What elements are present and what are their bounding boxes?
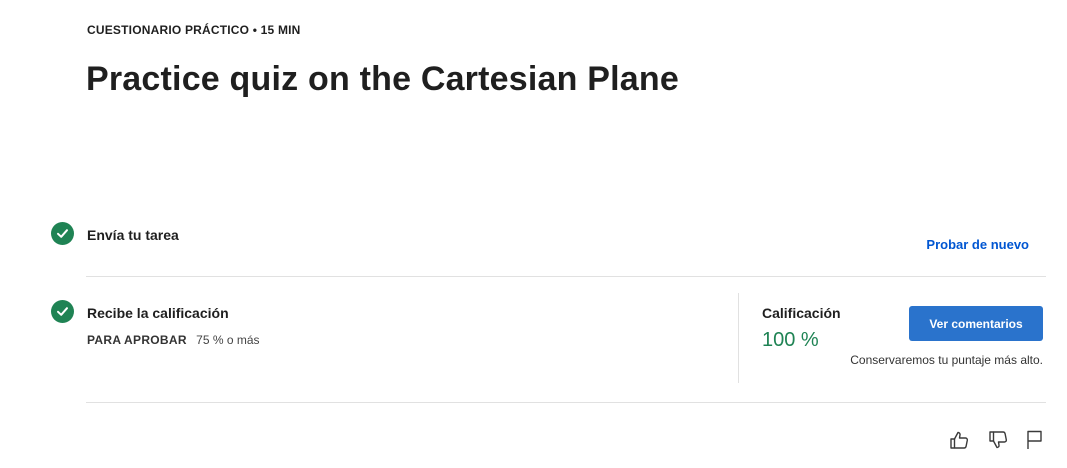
check-circle-icon [51, 300, 74, 323]
step-grade-label: Recibe la calificación [87, 305, 229, 321]
divider [86, 276, 1046, 277]
grade-label: Calificación [762, 305, 841, 321]
pass-label: PARA APROBAR [87, 333, 187, 347]
vertical-divider [738, 293, 739, 383]
thumbs-down-icon[interactable] [987, 429, 1009, 451]
grade-value: 100 % [762, 329, 819, 351]
quiz-eyebrow: CUESTIONARIO PRÁCTICO • 15 MIN [87, 23, 301, 37]
step-submit-label: Envía tu tarea [87, 227, 179, 243]
thumbs-up-icon[interactable] [948, 429, 970, 451]
highest-score-note: Conservaremos tu puntaje más alto. [850, 353, 1043, 367]
view-feedback-button[interactable]: Ver comentarios [909, 306, 1043, 341]
check-circle-icon [51, 222, 74, 245]
flag-icon[interactable] [1025, 429, 1047, 451]
divider [86, 402, 1046, 403]
pass-requirement: PARA APROBAR 75 % o más [87, 333, 260, 347]
pass-value: 75 % o más [196, 333, 260, 347]
page-title: Practice quiz on the Cartesian Plane [86, 60, 679, 98]
try-again-link[interactable]: Probar de nuevo [926, 237, 1029, 252]
